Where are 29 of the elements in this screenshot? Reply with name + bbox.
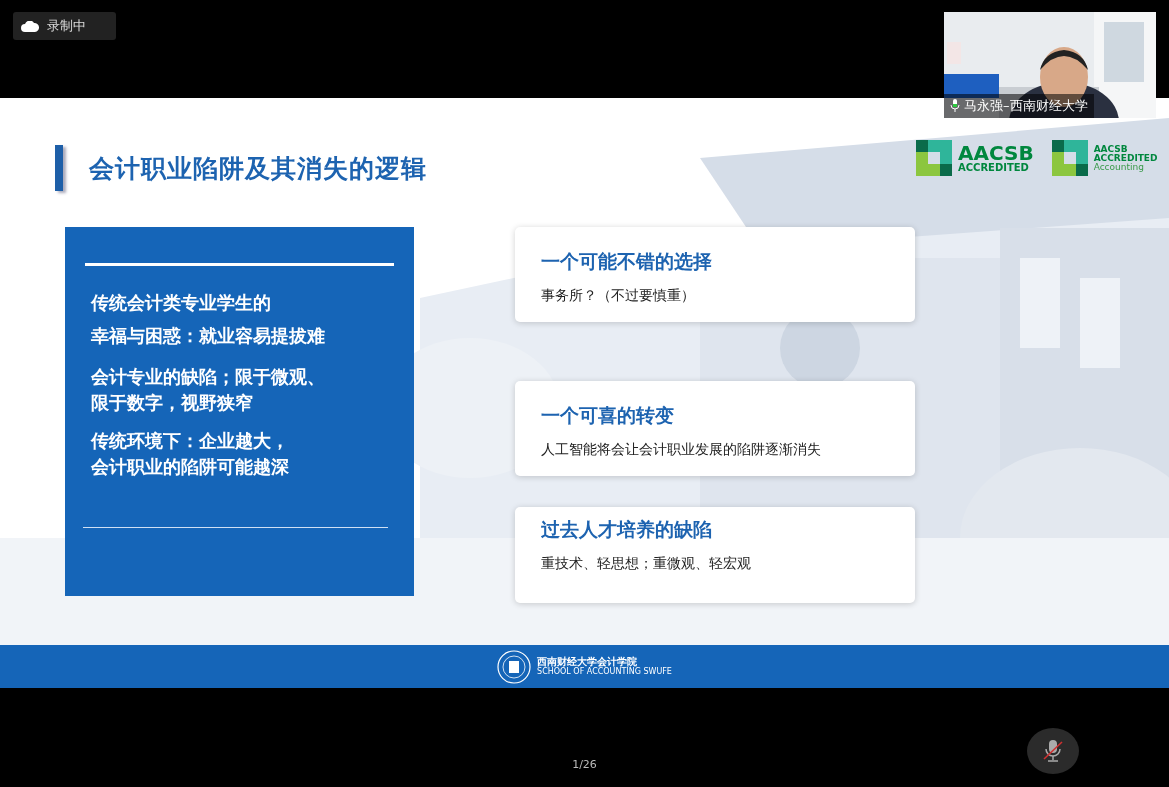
logo-icon [916,140,952,176]
panel-text-line: 限于数字，视野狭窄 [91,392,253,413]
cloud-icon [21,20,39,32]
panel-text-line: 传统环境下：企业越大， [91,430,289,451]
logo-text: ACCREDITED [1093,153,1158,163]
logo-text: AACSB [1093,144,1129,154]
logo-text: Accounting [1093,162,1145,172]
logo-text: AACSB [958,143,1034,163]
panel-text-line: 会计职业的陷阱可能越深 [91,456,289,477]
mute-button[interactable] [1027,728,1079,774]
card-body: 事务所？（不过要慎重） [541,287,696,305]
logo-icon [1051,140,1088,176]
title-accent-bar [55,145,63,191]
panel-text-line: 传统会计类专业学生的 [91,292,271,313]
card-body: 重技术、轻思想；重微观、轻宏观 [541,555,752,573]
seal-icon [497,649,532,684]
card-heading: 一个可能不错的选择 [541,249,713,274]
panel-text-line: 会计专业的缺陷；限于微观、 [91,366,325,387]
logo-text: ACCREDITED [958,163,1030,173]
panel-text-line: 幸福与困惑：就业容易提拔难 [91,325,325,346]
card-heading: 一个可喜的转变 [541,403,675,428]
card-heading: 过去人才培养的缺陷 [541,517,713,542]
card-body: 人工智能将会让会计职业发展的陷阱逐渐消失 [541,441,822,459]
school-name: 西南财经大学会计学院 [537,656,638,668]
microphone-icon [1042,739,1064,763]
recording-label: 录制中 [47,17,86,35]
slide-title: 会计职业陷阱及其消失的逻辑 [89,152,427,185]
page-indicator: 1/26 [572,758,597,771]
school-name-english: SCHOOL OF ACCOUNTING SWUFE [537,668,672,677]
